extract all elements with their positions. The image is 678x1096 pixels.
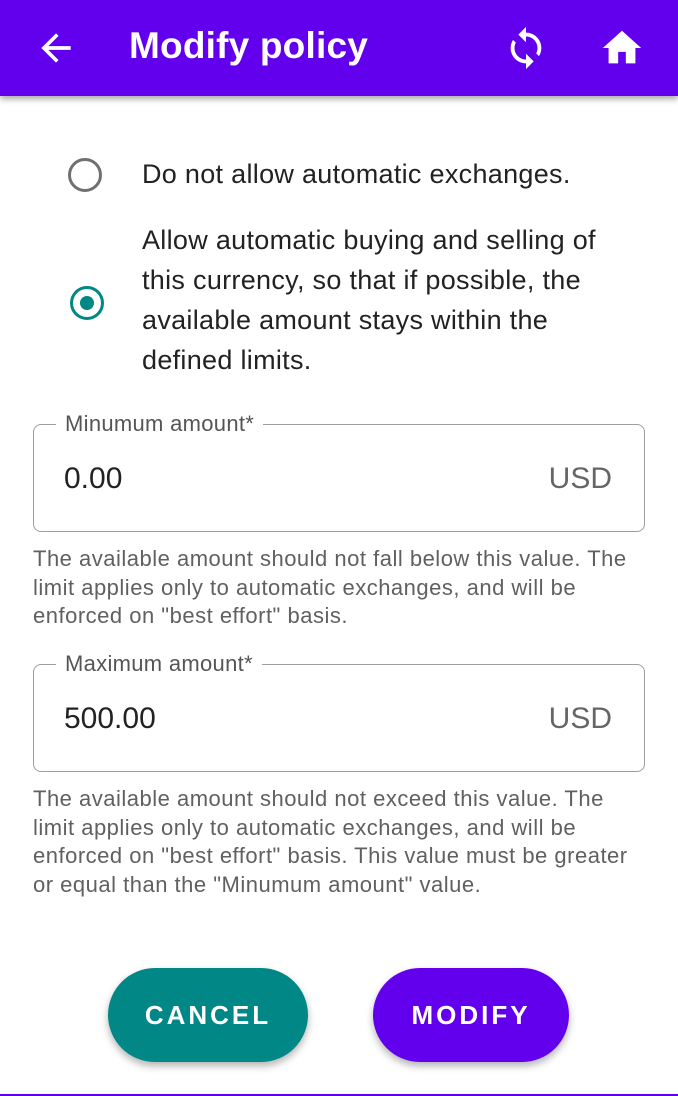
app-bar: Modify policy (0, 0, 678, 96)
minimum-amount-label: Minumum amount* (56, 410, 264, 438)
policy-option-label: Allow automatic buying and selling of th… (142, 225, 596, 375)
minimum-amount-field[interactable]: Minumum amount* 0.00 USD (33, 410, 645, 532)
policy-option-auto-exchange[interactable]: Allow automatic buying and selling of th… (0, 220, 678, 382)
policy-option-disable[interactable]: Do not allow automatic exchanges. (0, 150, 678, 200)
modify-button[interactable]: MODIFY (373, 968, 569, 1062)
maximum-amount-input[interactable]: 500.00 (64, 699, 156, 739)
page-title: Modify policy (129, 25, 368, 66)
back-button[interactable] (34, 26, 78, 70)
currency-suffix: USD (548, 702, 612, 735)
refresh-button[interactable] (503, 25, 549, 71)
radio-button-unselected[interactable] (68, 158, 102, 192)
policy-option-label: Do not allow automatic exchanges. (142, 159, 571, 189)
home-button[interactable] (599, 25, 645, 71)
maximum-amount-helper: The available amount should not exceed t… (33, 786, 628, 897)
minimum-amount-input[interactable]: 0.00 (64, 459, 122, 499)
radio-button-selected[interactable] (70, 286, 104, 320)
minimum-amount-helper: The available amount should not fall bel… (33, 546, 627, 628)
cancel-button[interactable]: CANCEL (108, 968, 308, 1062)
refresh-icon (510, 26, 542, 70)
arrow-back-icon (41, 33, 71, 63)
maximum-amount-label: Maximum amount* (56, 650, 262, 678)
maximum-amount-field[interactable]: Maximum amount* 500.00 USD (33, 650, 645, 772)
home-icon (602, 30, 642, 64)
currency-suffix: USD (548, 462, 612, 495)
